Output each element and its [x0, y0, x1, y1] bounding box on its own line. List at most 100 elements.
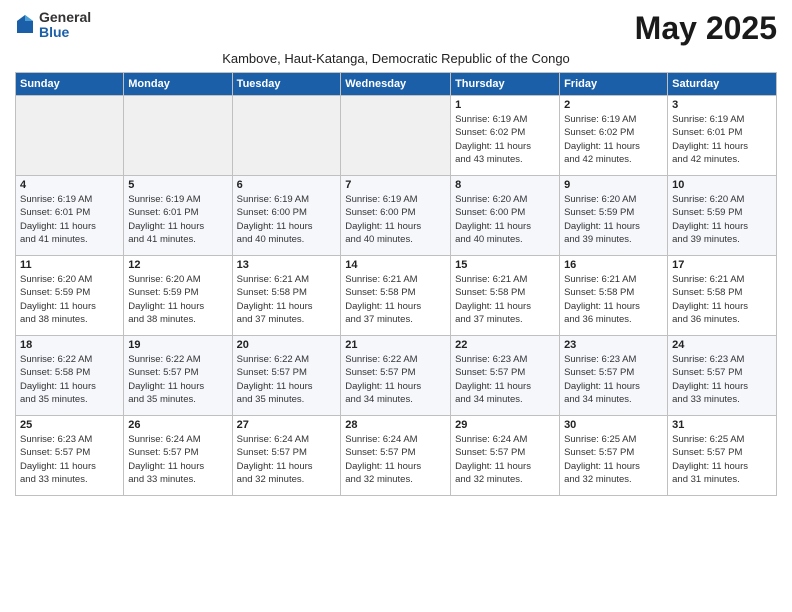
calendar-cell: 26Sunrise: 6:24 AM Sunset: 5:57 PM Dayli…: [124, 416, 232, 496]
day-info: Sunrise: 6:19 AM Sunset: 6:00 PM Dayligh…: [237, 193, 337, 246]
day-number: 9: [564, 179, 663, 191]
weekday-header: Friday: [560, 73, 668, 96]
day-info: Sunrise: 6:21 AM Sunset: 5:58 PM Dayligh…: [345, 273, 446, 326]
day-number: 26: [128, 419, 227, 431]
day-number: 12: [128, 259, 227, 271]
calendar-cell: [341, 96, 451, 176]
day-number: 7: [345, 179, 446, 191]
day-info: Sunrise: 6:22 AM Sunset: 5:58 PM Dayligh…: [20, 353, 119, 406]
day-number: 5: [128, 179, 227, 191]
calendar-cell: 21 Sunrise: 6:22 AM Sunset: 5:57 PM Dayli…: [341, 336, 451, 416]
day-number: 19: [128, 339, 227, 351]
calendar-cell: 6 Sunrise: 6:19 AM Sunset: 6:00 PM Daylig…: [232, 176, 341, 256]
day-number: 30: [564, 419, 663, 431]
day-info: Sunrise: 6:19 AM Sunset: 6:02 PM Dayligh…: [564, 113, 663, 166]
calendar-cell: 17Sunrise: 6:21 AM Sunset: 5:58 PM Dayli…: [668, 256, 777, 336]
calendar-cell: 22 Sunrise: 6:23 AM Sunset: 5:57 PM Dayli…: [451, 336, 560, 416]
weekday-header: Monday: [124, 73, 232, 96]
day-info: Sunrise: 6:22 AM Sunset: 5:57 PM Dayligh…: [345, 353, 446, 406]
calendar-cell: 30 Sunrise: 6:25 AM Sunset: 5:57 PM Dayli…: [560, 416, 668, 496]
day-number: 4: [20, 179, 119, 191]
day-info: Sunrise: 6:22 AM Sunset: 5:57 PM Dayligh…: [237, 353, 337, 406]
day-info: Sunrise: 6:21 AM Sunset: 5:58 PM Dayligh…: [672, 273, 772, 326]
calendar-week-row: 25Sunrise: 6:23 AM Sunset: 5:57 PM Dayli…: [16, 416, 777, 496]
day-info: Sunrise: 6:19 AM Sunset: 6:00 PM Dayligh…: [345, 193, 446, 246]
calendar-cell: 8 Sunrise: 6:20 AM Sunset: 6:00 PM Daylig…: [451, 176, 560, 256]
calendar-cell: 14Sunrise: 6:21 AM Sunset: 5:58 PM Dayli…: [341, 256, 451, 336]
day-number: 13: [237, 259, 337, 271]
weekday-header: Thursday: [451, 73, 560, 96]
calendar-cell: 25Sunrise: 6:23 AM Sunset: 5:57 PM Dayli…: [16, 416, 124, 496]
day-number: 22: [455, 339, 555, 351]
weekday-header: Sunday: [16, 73, 124, 96]
calendar-cell: 11 Sunrise: 6:20 AM Sunset: 5:59 PM Dayli…: [16, 256, 124, 336]
calendar-week-row: 11 Sunrise: 6:20 AM Sunset: 5:59 PM Dayli…: [16, 256, 777, 336]
day-info: Sunrise: 6:21 AM Sunset: 5:58 PM Dayligh…: [237, 273, 337, 326]
day-info: Sunrise: 6:19 AM Sunset: 6:01 PM Dayligh…: [20, 193, 119, 246]
logo-blue-text: Blue: [39, 25, 91, 40]
day-info: Sunrise: 6:24 AM Sunset: 5:57 PM Dayligh…: [345, 433, 446, 486]
weekday-header: Tuesday: [232, 73, 341, 96]
weekday-header: Wednesday: [341, 73, 451, 96]
day-info: Sunrise: 6:25 AM Sunset: 5:57 PM Dayligh…: [672, 433, 772, 486]
calendar-cell: 1 Sunrise: 6:19 AM Sunset: 6:02 PM Daylig…: [451, 96, 560, 176]
day-number: 6: [237, 179, 337, 191]
month-title: May 2025: [635, 10, 777, 47]
calendar-table: SundayMondayTuesdayWednesdayThursdayFrid…: [15, 72, 777, 496]
day-number: 8: [455, 179, 555, 191]
calendar-cell: 24Sunrise: 6:23 AM Sunset: 5:57 PM Dayli…: [668, 336, 777, 416]
day-info: Sunrise: 6:22 AM Sunset: 5:57 PM Dayligh…: [128, 353, 227, 406]
day-info: Sunrise: 6:23 AM Sunset: 5:57 PM Dayligh…: [20, 433, 119, 486]
day-info: Sunrise: 6:25 AM Sunset: 5:57 PM Dayligh…: [564, 433, 663, 486]
day-info: Sunrise: 6:20 AM Sunset: 5:59 PM Dayligh…: [672, 193, 772, 246]
calendar-cell: [124, 96, 232, 176]
day-info: Sunrise: 6:19 AM Sunset: 6:01 PM Dayligh…: [672, 113, 772, 166]
logo-icon: [15, 13, 35, 37]
day-info: Sunrise: 6:19 AM Sunset: 6:01 PM Dayligh…: [128, 193, 227, 246]
day-info: Sunrise: 6:19 AM Sunset: 6:02 PM Dayligh…: [455, 113, 555, 166]
calendar-cell: 23Sunrise: 6:23 AM Sunset: 5:57 PM Dayli…: [560, 336, 668, 416]
day-number: 16: [564, 259, 663, 271]
day-info: Sunrise: 6:23 AM Sunset: 5:57 PM Dayligh…: [455, 353, 555, 406]
day-number: 24: [672, 339, 772, 351]
calendar-cell: 31Sunrise: 6:25 AM Sunset: 5:57 PM Dayli…: [668, 416, 777, 496]
day-number: 18: [20, 339, 119, 351]
day-info: Sunrise: 6:20 AM Sunset: 5:59 PM Dayligh…: [128, 273, 227, 326]
day-number: 11: [20, 259, 119, 271]
calendar-subtitle: Kambove, Haut-Katanga, Democratic Republ…: [15, 51, 777, 66]
day-number: 15: [455, 259, 555, 271]
day-info: Sunrise: 6:24 AM Sunset: 5:57 PM Dayligh…: [237, 433, 337, 486]
calendar-week-row: 1 Sunrise: 6:19 AM Sunset: 6:02 PM Daylig…: [16, 96, 777, 176]
day-number: 20: [237, 339, 337, 351]
weekday-header: Saturday: [668, 73, 777, 96]
calendar-cell: [232, 96, 341, 176]
calendar-cell: 15 Sunrise: 6:21 AM Sunset: 5:58 PM Dayli…: [451, 256, 560, 336]
calendar-cell: 29Sunrise: 6:24 AM Sunset: 5:57 PM Dayli…: [451, 416, 560, 496]
weekday-header-row: SundayMondayTuesdayWednesdayThursdayFrid…: [16, 73, 777, 96]
day-info: Sunrise: 6:20 AM Sunset: 6:00 PM Dayligh…: [455, 193, 555, 246]
calendar-cell: 13 Sunrise: 6:21 AM Sunset: 5:58 PM Dayli…: [232, 256, 341, 336]
calendar-cell: 9Sunrise: 6:20 AM Sunset: 5:59 PM Daylig…: [560, 176, 668, 256]
day-number: 10: [672, 179, 772, 191]
day-number: 21: [345, 339, 446, 351]
calendar-week-row: 18 Sunrise: 6:22 AM Sunset: 5:58 PM Dayli…: [16, 336, 777, 416]
day-number: 1: [455, 99, 555, 111]
day-number: 2: [564, 99, 663, 111]
calendar-cell: 28 Sunrise: 6:24 AM Sunset: 5:57 PM Dayli…: [341, 416, 451, 496]
day-info: Sunrise: 6:20 AM Sunset: 5:59 PM Dayligh…: [20, 273, 119, 326]
calendar-cell: [16, 96, 124, 176]
calendar-cell: 27Sunrise: 6:24 AM Sunset: 5:57 PM Dayli…: [232, 416, 341, 496]
day-info: Sunrise: 6:24 AM Sunset: 5:57 PM Dayligh…: [455, 433, 555, 486]
calendar-cell: 7 Sunrise: 6:19 AM Sunset: 6:00 PM Daylig…: [341, 176, 451, 256]
day-info: Sunrise: 6:21 AM Sunset: 5:58 PM Dayligh…: [564, 273, 663, 326]
calendar-cell: 19 Sunrise: 6:22 AM Sunset: 5:57 PM Dayli…: [124, 336, 232, 416]
page-header: General Blue May 2025: [15, 10, 777, 47]
day-info: Sunrise: 6:23 AM Sunset: 5:57 PM Dayligh…: [564, 353, 663, 406]
calendar-cell: 10 Sunrise: 6:20 AM Sunset: 5:59 PM Dayli…: [668, 176, 777, 256]
logo-general-text: General: [39, 10, 91, 25]
day-number: 28: [345, 419, 446, 431]
calendar-cell: 18 Sunrise: 6:22 AM Sunset: 5:58 PM Dayli…: [16, 336, 124, 416]
day-info: Sunrise: 6:21 AM Sunset: 5:58 PM Dayligh…: [455, 273, 555, 326]
day-number: 3: [672, 99, 772, 111]
calendar-cell: 20 Sunrise: 6:22 AM Sunset: 5:57 PM Dayli…: [232, 336, 341, 416]
